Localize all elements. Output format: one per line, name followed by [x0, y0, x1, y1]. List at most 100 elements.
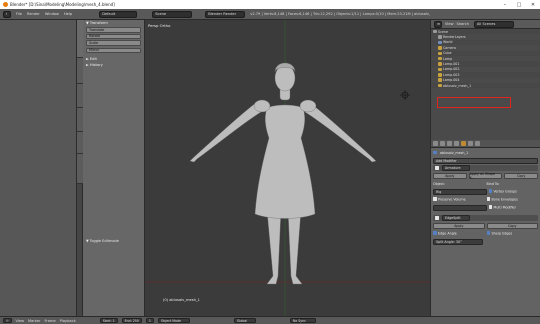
render-tab-icon[interactable] — [433, 141, 438, 146]
preserve-volume-label: Preserve Volume — [438, 197, 466, 202]
material-tab-icon[interactable] — [475, 141, 480, 146]
armature-object-label: Object: — [433, 181, 445, 186]
mesh-icon — [438, 51, 442, 55]
world-icon — [438, 40, 442, 45]
timeline-marker-menu[interactable]: Marker — [28, 319, 40, 323]
properties-tabs — [431, 140, 540, 148]
outliner-search-menu[interactable]: Search — [457, 22, 469, 26]
start-frame-value: 1 — [112, 318, 115, 323]
timeline-view-menu[interactable]: View — [16, 319, 25, 323]
outliner-row-label: Cube — [443, 51, 452, 56]
outliner-display-mode[interactable]: All Scenes — [473, 20, 514, 28]
object-name: ablusalv_mesh_1 — [440, 150, 469, 155]
object-breadcrumb: ablusalv_mesh_1 — [433, 149, 538, 156]
start-frame-field[interactable]: Start: 1 — [99, 317, 118, 324]
lamp-icon — [438, 73, 442, 77]
armature-modifier-name[interactable]: Armature — [442, 165, 470, 171]
current-frame-field[interactable]: 1 — [145, 317, 154, 324]
properties-editor: ablusalv_mesh_1 Add Modifier Armature Ap… — [430, 140, 540, 316]
mesh-object-icon — [433, 150, 437, 155]
end-frame-field[interactable]: End: 250 — [121, 317, 142, 324]
menu-file[interactable]: File — [16, 12, 22, 16]
transform-panel-header[interactable]: ▼ Transform — [83, 20, 144, 26]
window-title: Blender* [D:\Sina\Modeling\Modeling\mesh… — [10, 2, 115, 7]
outliner-row-label: Camera — [443, 45, 456, 50]
armature-modifier-header[interactable]: Armature — [433, 165, 538, 171]
object-tab-icon[interactable] — [454, 141, 459, 146]
edge-angle-checkbox[interactable] — [433, 231, 437, 235]
sharp-edges-checkbox[interactable] — [486, 231, 490, 235]
timeline-playback-menu[interactable]: Playback — [60, 319, 76, 323]
timeline-frame-menu[interactable]: Frame — [44, 319, 55, 323]
preserve-volume-checkbox[interactable] — [433, 197, 437, 201]
menu-help[interactable]: Help — [64, 12, 72, 16]
transform-orientation-dropdown[interactable]: Global — [233, 317, 256, 324]
tool-shelf-panel: ▼ Transform Translate Rotate Scale Mirro… — [83, 20, 145, 316]
armature-object-field[interactable]: Rig — [433, 188, 487, 195]
minimize-button[interactable]: – — [498, 0, 512, 9]
multi-modifier-checkbox[interactable] — [488, 205, 492, 209]
timeline-header: ⏱ View Marker Frame Playback Start: 1 En… — [0, 316, 540, 324]
translate-button[interactable]: Translate — [86, 27, 141, 33]
outliner: ≡ View Search All Scenes Scene RenderLaye… — [430, 20, 540, 140]
armature-vertex-group-field[interactable] — [433, 204, 487, 211]
render-engine-selector[interactable]: Blender Render — [205, 10, 246, 18]
armature-apply-button[interactable]: Apply — [433, 172, 467, 179]
scene-icon — [433, 29, 437, 34]
history-panel-header[interactable]: ► History — [83, 62, 144, 68]
collapse-icon[interactable] — [435, 166, 439, 170]
rotate-button[interactable]: Rotate — [86, 33, 141, 39]
lamp-gizmo-icon — [400, 90, 410, 100]
end-frame-label: End: — [124, 318, 132, 323]
mesh-icon — [438, 83, 442, 88]
split-angle-field[interactable]: Split Angle: 30° — [433, 238, 483, 245]
character-mesh[interactable] — [145, 20, 430, 316]
outliner-row-label: ablusalv_mesh_1 — [443, 83, 472, 88]
vertex-groups-checkbox[interactable] — [488, 189, 492, 193]
edgesplit-modifier-name[interactable]: EdgeSplit — [442, 215, 470, 221]
timeline-editor-icon[interactable]: ⏱ — [3, 317, 12, 324]
collapse-icon[interactable] — [435, 216, 439, 220]
scale-button[interactable]: Scale — [86, 40, 141, 46]
render-layers-icon — [438, 35, 442, 39]
edgesplit-apply-button[interactable]: Apply — [433, 222, 485, 229]
sharp-edges-label: Sharp Edges — [491, 231, 513, 236]
menu-window[interactable]: Window — [45, 12, 59, 16]
info-header: i File Render Window Help Default Scene … — [0, 9, 540, 20]
vertex-groups-label: Vertex Groups — [493, 189, 517, 194]
multi-modifier-label: Multi Modifier — [493, 205, 516, 210]
armature-copy-button[interactable]: Copy — [504, 172, 539, 179]
bone-envelopes-label: Bone Envelopes — [491, 197, 518, 202]
layout-selector[interactable]: Default — [99, 10, 138, 18]
scene-selector[interactable]: Scene — [152, 10, 193, 18]
menu-render[interactable]: Render — [27, 12, 40, 16]
armature-bind-to-label: Bind To: — [486, 181, 500, 186]
active-object-label: (0) ablusalv_mesh_1 — [163, 298, 200, 302]
edgesplit-copy-button[interactable]: Copy — [486, 222, 538, 229]
outliner-row-label: World — [443, 40, 453, 45]
bone-envelopes-checkbox[interactable] — [486, 197, 490, 201]
scene-tab-icon[interactable] — [440, 141, 445, 146]
mirror-button[interactable]: Mirror — [86, 47, 141, 53]
selection-highlight-box — [437, 97, 511, 108]
3d-viewport[interactable]: Persp Ortho (0) ablusalv_mesh_1 — [145, 20, 430, 316]
outliner-view-menu[interactable]: View — [445, 22, 454, 26]
lamp-icon — [438, 56, 442, 61]
add-modifier-dropdown[interactable]: Add Modifier — [433, 157, 538, 164]
toggle-editmode-header[interactable]: ▼ Toggle Editmode — [86, 239, 119, 243]
close-button[interactable]: ✕ — [526, 0, 540, 9]
object-mode-dropdown[interactable]: Object Mode — [157, 317, 190, 324]
outliner-row-label: Scene — [438, 29, 449, 34]
outliner-row-label: Lamp.004 — [443, 78, 460, 83]
lamp-icon — [438, 78, 442, 82]
world-tab-icon[interactable] — [447, 141, 452, 146]
outliner-row[interactable]: ablusalv_mesh_1 — [431, 82, 540, 89]
edgesplit-modifier-header[interactable]: EdgeSplit — [433, 215, 538, 221]
data-tab-icon[interactable] — [468, 141, 473, 146]
armature-apply-shape-button[interactable]: Apply as Shape K... — [468, 172, 503, 180]
modifiers-tab-icon[interactable] — [461, 141, 466, 146]
outliner-editor-icon[interactable]: ≡ — [434, 20, 442, 28]
editor-type-info-icon[interactable]: i — [3, 10, 11, 18]
maximize-button[interactable]: □ — [512, 0, 526, 9]
playback-sync-dropdown[interactable]: No Sync — [289, 317, 316, 324]
